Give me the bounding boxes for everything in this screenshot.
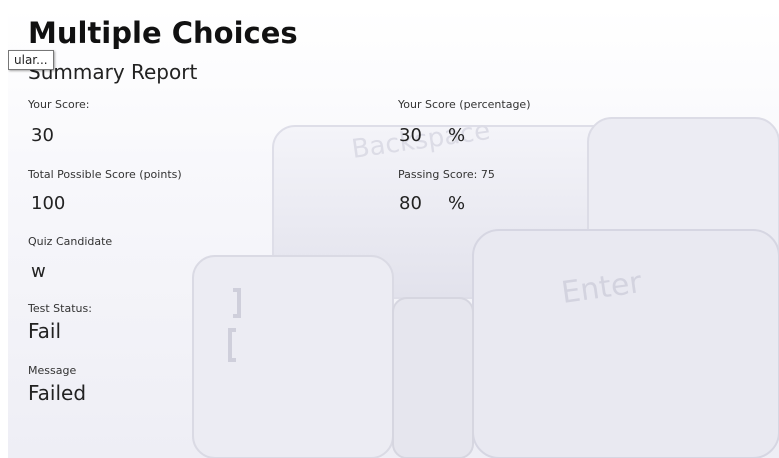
your-score-value: 30 — [31, 125, 54, 146]
your-score-percentage-value: 30 — [399, 125, 422, 146]
enter-key-shape — [472, 229, 779, 458]
quiz-candidate-value: w — [31, 261, 46, 282]
percent-sign: % — [448, 193, 466, 214]
test-status-label: Test Status: — [28, 302, 92, 315]
message-value: Failed — [28, 381, 87, 405]
percent-sign: % — [448, 125, 466, 146]
page-title: Multiple Choices — [28, 16, 298, 50]
passing-score-value: 80 — [399, 193, 422, 214]
total-possible-score-label: Total Possible Score (points) — [28, 168, 182, 181]
bracket-key-shape — [192, 255, 394, 458]
quiz-results-panel: Backspace Enter Multiple Choices Summary… — [8, 8, 779, 458]
keyboard-key-shape — [392, 297, 474, 458]
tooltip: ular... — [8, 50, 54, 70]
test-status-value: Fail — [28, 319, 62, 343]
your-score-label: Your Score: — [28, 98, 90, 111]
quiz-candidate-label: Quiz Candidate — [28, 235, 113, 248]
message-label: Message — [28, 364, 77, 377]
your-score-percentage-label: Your Score (percentage) — [398, 98, 531, 111]
passing-score-label: Passing Score: 75 — [398, 168, 495, 181]
total-possible-score-value: 100 — [31, 193, 66, 214]
